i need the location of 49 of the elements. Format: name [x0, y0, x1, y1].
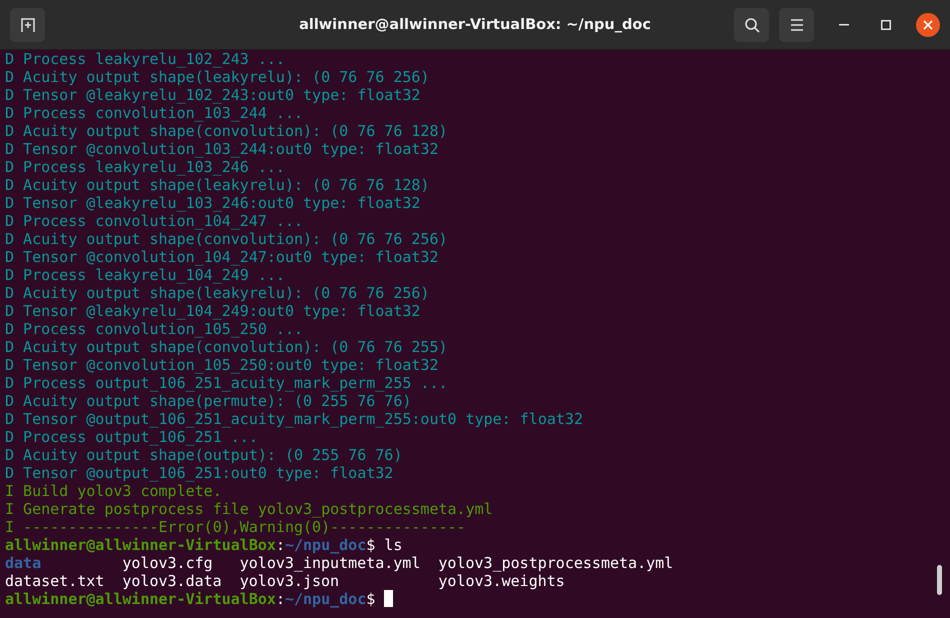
- log-line: D Acuity output shape(leakyrelu): (0 76 76 256): [5, 284, 430, 302]
- window-title: allwinner@allwinner-VirtualBox: ~/npu_doc: [299, 16, 651, 32]
- close-button[interactable]: [916, 12, 940, 36]
- minimize-icon: [839, 24, 849, 26]
- log-line: D Tensor @convolution_105_250:out0 type: float32: [5, 356, 438, 374]
- log-line: D Tensor @convolution_104_247:out0 type: float32: [5, 248, 438, 266]
- new-tab-button[interactable]: [10, 8, 45, 42]
- maximize-icon: [881, 20, 891, 30]
- log-line: D Acuity output shape(leakyrelu): (0 76 76 256): [5, 68, 430, 86]
- directory-name: data: [5, 554, 42, 572]
- shell-prompt: allwinner@allwinner-VirtualBox:~/npu_doc$ ls: [5, 536, 402, 554]
- file-name: yolov3_postprocessmeta.yml: [438, 554, 674, 572]
- log-line: I ---------------Error(0),Warning(0)---------------: [5, 518, 466, 536]
- file-name: yolov3.weights: [438, 572, 565, 590]
- log-line: I Generate postprocess file yolov3_postprocessmeta.yml: [5, 500, 493, 518]
- log-line: D Acuity output shape(convolution): (0 76 76 128): [5, 122, 448, 140]
- log-line: D Process convolution_103_244 ...: [5, 104, 304, 122]
- search-button[interactable]: [734, 8, 769, 42]
- log-line: D Acuity output shape(convolution): (0 76 76 256): [5, 230, 448, 248]
- file-name: yolov3_inputmeta.yml: [240, 554, 420, 572]
- log-line: D Process convolution_105_250 ...: [5, 320, 304, 338]
- log-line: D Process output_106_251 ...: [5, 428, 258, 446]
- file-name: yolov3.data: [122, 572, 222, 590]
- log-line: D Process leakyrelu_104_249 ...: [5, 266, 285, 284]
- log-line: D Tensor @output_106_251:out0 type: float32: [5, 464, 394, 482]
- log-line: I Build yolov3 complete.: [5, 482, 222, 500]
- log-line: D Acuity output shape(leakyrelu): (0 76 76 128): [5, 176, 430, 194]
- log-line: D Tensor @leakyrelu_102_243:out0 type: float32: [5, 86, 420, 104]
- log-line: D Tensor @leakyrelu_103_246:out0 type: float32: [5, 194, 420, 212]
- close-icon: [923, 20, 933, 30]
- menu-icon: [790, 18, 804, 30]
- log-line: D Tensor @convolution_103_244:out0 type: float32: [5, 140, 438, 158]
- log-line: D Tensor @output_106_251_acuity_mark_perm_255:out0 type: float32: [5, 410, 583, 428]
- new-tab-icon: [20, 16, 36, 32]
- log-line: D Tensor @leakyrelu_104_249:out0 type: float32: [5, 302, 420, 320]
- menu-button[interactable]: [779, 8, 814, 42]
- log-line: D Process leakyrelu_102_243 ...: [5, 50, 285, 68]
- log-line: D Process leakyrelu_103_246 ...: [5, 158, 285, 176]
- scrollbar[interactable]: [937, 565, 942, 595]
- log-line: D Acuity output shape(output): (0 255 76 76): [5, 446, 402, 464]
- shell-prompt: allwinner@allwinner-VirtualBox:~/npu_doc$: [5, 590, 376, 608]
- file-name: yolov3.cfg: [122, 554, 213, 572]
- file-name: dataset.txt: [5, 572, 104, 590]
- log-line: D Process output_106_251_acuity_mark_perm_255 ...: [5, 374, 448, 392]
- log-line: D Acuity output shape(permute): (0 255 76 76): [5, 392, 412, 410]
- log-line: D Process convolution_104_247 ...: [5, 212, 304, 230]
- file-name: yolov3.json: [240, 572, 340, 590]
- search-icon: [744, 16, 760, 32]
- log-line: D Acuity output shape(convolution): (0 76 76 255): [5, 338, 448, 356]
